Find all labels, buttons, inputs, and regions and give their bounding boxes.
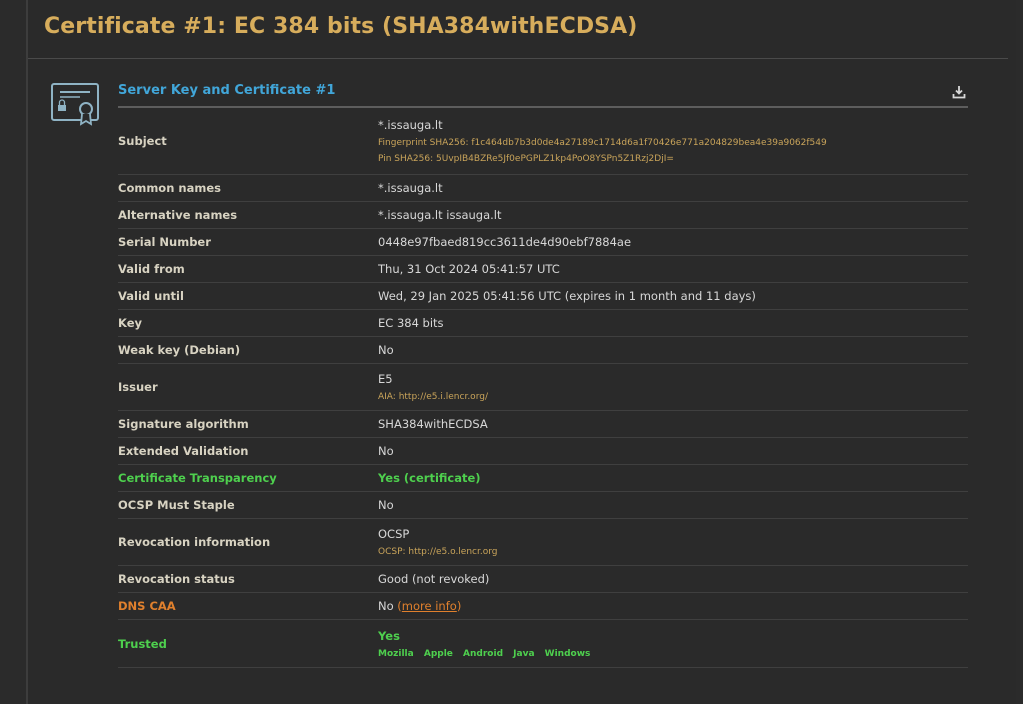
row-dns-caa: DNS CAA No (more info) — [118, 593, 968, 620]
row-valid-until: Valid until Wed, 29 Jan 2025 05:41:56 UT… — [118, 283, 968, 310]
row-value: Wed, 29 Jan 2025 05:41:56 UTC (expires i… — [378, 289, 756, 303]
more-info-close-paren: ) — [456, 599, 462, 613]
row-value: *.issauga.lt Fingerprint SHA256: f1c464d… — [378, 118, 968, 164]
issuer-aia: AIA: http://e5.i.lencr.org/ — [378, 392, 488, 402]
row-label: Signature algorithm — [118, 417, 249, 431]
trust-store-mozilla: Mozilla — [378, 648, 414, 659]
row-weak-key: Weak key (Debian) No — [118, 337, 968, 364]
row-value: Yes (certificate) — [378, 471, 481, 485]
row-alternative-names: Alternative names *.issauga.lt issauga.l… — [118, 202, 968, 229]
certificate-icon — [50, 82, 102, 128]
row-trusted: Trusted Yes Mozilla Apple Android Java W… — [118, 620, 968, 668]
row-extended-validation: Extended Validation No — [118, 438, 968, 465]
left-rail — [0, 0, 28, 704]
row-value: Good (not revoked) — [378, 572, 490, 586]
certificate-panel: Certificate #1: EC 384 bits (SHA384withE… — [28, 0, 1016, 704]
trust-store-windows: Windows — [544, 648, 591, 659]
row-value: 0448e97fbaed819cc3611de4d90ebf7884ae — [378, 235, 632, 249]
trust-stores: Mozilla Apple Android Java Windows — [378, 649, 968, 659]
more-info-link[interactable]: more info — [402, 599, 457, 613]
revocation-information-value: OCSP — [378, 527, 410, 541]
row-label: Alternative names — [118, 208, 238, 222]
row-label: Extended Validation — [118, 444, 249, 458]
row-value: OCSP OCSP: http://e5.o.lencr.org — [378, 527, 968, 557]
trust-store-apple: Apple — [423, 648, 453, 659]
row-label: Subject — [118, 134, 167, 148]
row-label: Trusted — [118, 636, 167, 651]
row-label: Revocation status — [118, 572, 235, 586]
trust-store-java: Java — [513, 648, 535, 659]
row-serial-number: Serial Number 0448e97fbaed819cc3611de4d9… — [118, 229, 968, 256]
row-value: E5 AIA: http://e5.i.lencr.org/ — [378, 372, 968, 402]
row-key: Key EC 384 bits — [118, 310, 968, 337]
section-header: Server Key and Certificate #1 — [118, 80, 968, 108]
page-title: Certificate #1: EC 384 bits (SHA384withE… — [44, 14, 638, 39]
row-signature-algorithm: Signature algorithm SHA384withECDSA — [118, 411, 968, 438]
certificate-details-table: Subject *.issauga.lt Fingerprint SHA256:… — [118, 108, 968, 668]
row-valid-from: Valid from Thu, 31 Oct 2024 05:41:57 UTC — [118, 256, 968, 283]
pin-sha256: Pin SHA256: 5UvpIB4BZRe5Jf0ePGPLZ1kp4PoO… — [378, 154, 674, 164]
row-issuer: Issuer E5 AIA: http://e5.i.lencr.org/ — [118, 364, 968, 411]
row-label: Common names — [118, 181, 221, 195]
title-divider — [28, 58, 1008, 59]
row-label: Valid from — [118, 262, 185, 276]
ocsp-url: OCSP: http://e5.o.lencr.org — [378, 547, 498, 557]
issuer-value: E5 — [378, 372, 393, 386]
row-label: Revocation information — [118, 535, 271, 549]
row-label: Weak key (Debian) — [118, 343, 241, 357]
subject-value: *.issauga.lt — [378, 118, 443, 132]
row-value: No (more info) — [378, 599, 968, 613]
row-value: No — [378, 444, 394, 458]
download-icon[interactable] — [952, 84, 966, 99]
row-value: EC 384 bits — [378, 316, 444, 330]
row-certificate-transparency: Certificate Transparency Yes (certificat… — [118, 465, 968, 492]
row-label: Issuer — [118, 380, 158, 394]
dns-caa-value: No — [378, 599, 394, 613]
row-value: No — [378, 343, 394, 357]
row-ocsp-must-staple: OCSP Must Staple No — [118, 492, 968, 519]
row-value: *.issauga.lt — [378, 181, 443, 195]
row-value: Thu, 31 Oct 2024 05:41:57 UTC — [378, 262, 560, 276]
row-label: DNS CAA — [118, 599, 176, 613]
row-label: Key — [118, 316, 143, 330]
trust-store-android: Android — [463, 648, 504, 659]
trusted-value: Yes — [378, 628, 400, 643]
row-value: No — [378, 498, 394, 512]
row-revocation-information: Revocation information OCSP OCSP: http:/… — [118, 519, 968, 566]
row-value: *.issauga.lt issauga.lt — [378, 208, 502, 222]
section-title: Server Key and Certificate #1 — [118, 83, 336, 98]
row-label: Serial Number — [118, 235, 211, 249]
row-subject: Subject *.issauga.lt Fingerprint SHA256:… — [118, 108, 968, 175]
row-revocation-status: Revocation status Good (not revoked) — [118, 566, 968, 593]
row-label: Valid until — [118, 289, 184, 303]
fingerprint-sha256: Fingerprint SHA256: f1c464db7b3d0de4a271… — [378, 138, 827, 148]
row-value: Yes Mozilla Apple Android Java Windows — [378, 629, 968, 659]
row-label: Certificate Transparency — [118, 471, 277, 485]
row-label: OCSP Must Staple — [118, 498, 235, 512]
row-common-names: Common names *.issauga.lt — [118, 175, 968, 202]
row-value: SHA384withECDSA — [378, 417, 488, 431]
